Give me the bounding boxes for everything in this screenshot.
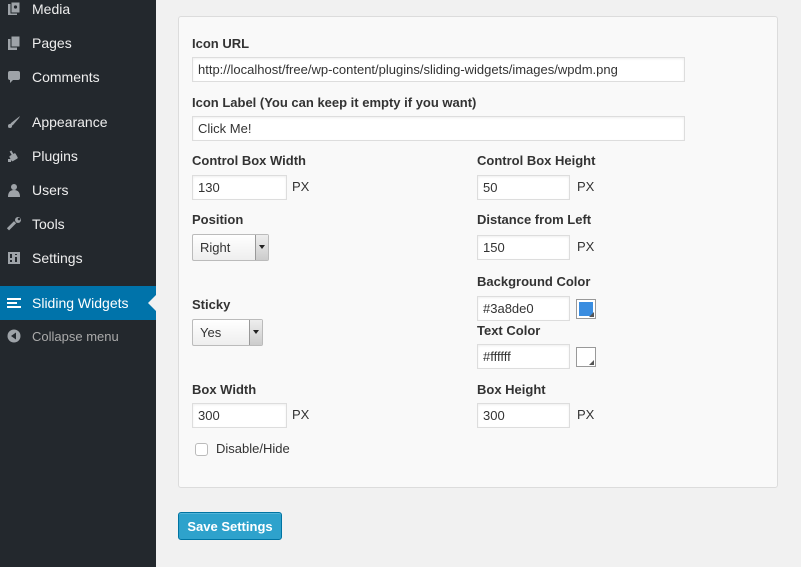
unit-label: PX (577, 407, 595, 422)
sticky-label: Sticky (192, 297, 231, 312)
distance-left-input[interactable]: 150 (477, 235, 570, 260)
sidebar-item-sliding-widgets[interactable]: Sliding Widgets (0, 286, 156, 320)
chevron-down-icon (255, 235, 268, 260)
text-color-label: Text Color (477, 323, 541, 338)
sidebar-item-label: Media (32, 1, 71, 17)
control-box-width-input[interactable]: 130 (192, 175, 287, 200)
sidebar-item-label: Pages (32, 35, 72, 51)
plugins-icon (7, 149, 21, 163)
unit-label: PX (292, 179, 310, 194)
settings-icon (7, 251, 21, 265)
position-label: Position (192, 212, 244, 227)
text-color-input[interactable]: #ffffff (477, 344, 570, 369)
sliding-widgets-icon (7, 296, 21, 310)
position-selected-value: Right (200, 240, 231, 255)
disable-hide-checkbox[interactable] (195, 443, 208, 456)
pages-icon (7, 36, 21, 50)
sidebar-item-label: Appearance (32, 114, 108, 130)
unit-label: PX (292, 407, 310, 422)
box-width-label: Box Width (192, 382, 257, 397)
background-color-swatch[interactable] (576, 299, 596, 319)
appearance-icon (7, 115, 21, 129)
control-box-height-input[interactable]: 50 (477, 175, 570, 200)
icon-label-input[interactable]: Click Me! (192, 116, 685, 141)
disable-hide-label: Disable/Hide (216, 441, 290, 456)
sidebar-item-pages[interactable]: Pages (0, 26, 156, 60)
users-icon (7, 183, 21, 197)
sidebar-item-appearance[interactable]: Appearance (0, 105, 156, 139)
box-width-input[interactable]: 300 (192, 403, 287, 428)
unit-label: PX (577, 179, 595, 194)
sticky-select[interactable]: Yes (192, 319, 263, 346)
sidebar-item-comments[interactable]: Comments (0, 60, 156, 94)
icon-url-input[interactable]: http://localhost/free/wp-content/plugins… (192, 57, 685, 82)
icon-url-label: Icon URL (192, 36, 250, 51)
background-color-label: Background Color (477, 274, 591, 289)
sidebar-item-media[interactable]: Media (0, 0, 156, 26)
sidebar-item-settings[interactable]: Settings (0, 241, 156, 275)
text-color-swatch[interactable] (576, 347, 596, 367)
box-height-label: Box Height (477, 382, 546, 397)
icon-label-label: Icon Label (You can keep it empty if you… (192, 95, 477, 110)
sticky-selected-value: Yes (200, 325, 222, 340)
chevron-down-icon (249, 320, 262, 345)
media-icon (7, 2, 21, 16)
background-color-input[interactable]: #3a8de0 (477, 296, 570, 321)
sidebar-item-label: Plugins (32, 148, 78, 164)
control-box-height-label: Control Box Height (477, 153, 596, 168)
save-settings-button[interactable]: Save Settings (178, 512, 282, 540)
sidebar-item-label: Users (32, 182, 69, 198)
position-select[interactable]: Right (192, 234, 269, 261)
collapse-menu-button[interactable]: Collapse menu (0, 319, 156, 353)
collapse-menu-label: Collapse menu (32, 328, 119, 344)
collapse-arrow-icon (7, 329, 21, 343)
settings-panel: Icon URL http://localhost/free/wp-conten… (178, 16, 778, 488)
distance-left-label: Distance from Left (477, 212, 592, 227)
unit-label: PX (577, 239, 595, 254)
sidebar-item-label: Sliding Widgets (32, 295, 129, 311)
sidebar-item-tools[interactable]: Tools (0, 207, 156, 241)
sidebar-item-label: Tools (32, 216, 65, 232)
sidebar-item-label: Settings (32, 250, 83, 266)
admin-sidebar: Media Pages Comments Appearance Plugins … (0, 0, 156, 567)
control-box-width-label: Control Box Width (192, 153, 306, 168)
sidebar-item-users[interactable]: Users (0, 173, 156, 207)
box-height-input[interactable]: 300 (477, 403, 570, 428)
dropdown-corner-icon (589, 360, 594, 365)
comments-icon (7, 70, 21, 84)
tools-icon (7, 217, 21, 231)
dropdown-corner-icon (589, 312, 594, 317)
sidebar-item-plugins[interactable]: Plugins (0, 139, 156, 173)
sidebar-item-label: Comments (32, 69, 100, 85)
